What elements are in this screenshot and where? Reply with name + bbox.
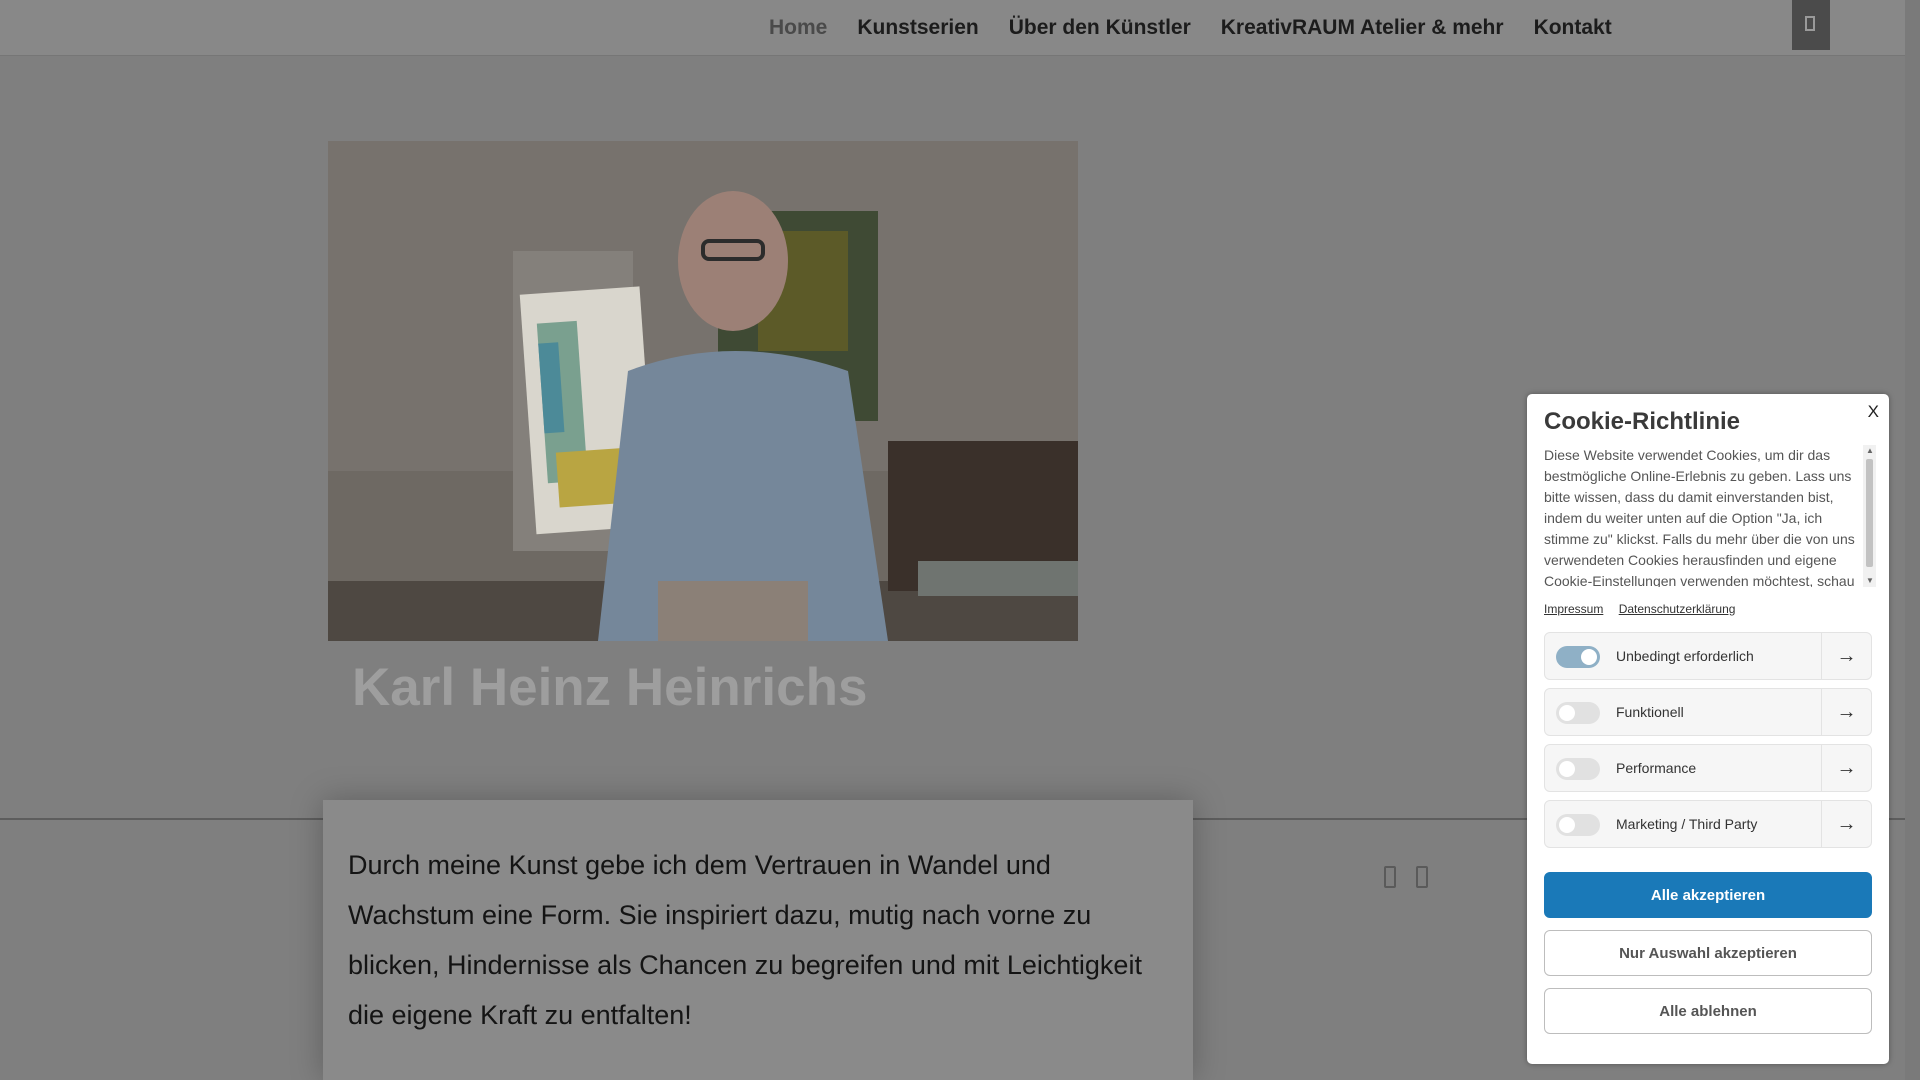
cookie-description-box: Diese Website verwendet Cookies, um dir … (1544, 445, 1876, 587)
accept-selection-button[interactable]: Nur Auswahl akzeptieren (1544, 930, 1872, 976)
cookie-category-necessary: Unbedingt erforderlich → (1544, 632, 1872, 680)
marketing-toggle[interactable] (1556, 814, 1600, 836)
category-label: Funktionell (1616, 704, 1684, 720)
toggle-knob (1559, 705, 1575, 721)
accept-all-button[interactable]: Alle akzeptieren (1544, 872, 1872, 918)
hero-title: Karl Heinz Heinrichs (352, 658, 868, 717)
toggle-knob (1559, 817, 1575, 833)
functional-toggle[interactable] (1556, 702, 1600, 724)
scroll-up-icon[interactable]: ▲ (1866, 447, 1874, 455)
scroll-down-icon[interactable]: ▼ (1866, 577, 1874, 585)
page-scrollbar[interactable] (1905, 0, 1920, 1080)
nav-item-kreativraum[interactable]: KreativRAUM Atelier & mehr (1221, 16, 1504, 40)
arrow-right-icon[interactable]: → (1821, 633, 1871, 679)
facebook-icon[interactable] (1384, 866, 1396, 888)
scrollbar-thumb[interactable] (1866, 459, 1873, 567)
performance-toggle[interactable] (1556, 758, 1600, 780)
cookie-dialog: X Cookie-Richtlinie Diese Website verwen… (1527, 394, 1889, 1064)
cookie-text-scrollbar[interactable]: ▲ ▼ (1863, 445, 1876, 587)
header-menu-button[interactable] (1792, 0, 1830, 50)
cookie-category-functional: Funktionell → (1544, 688, 1872, 736)
impressum-link[interactable]: Impressum (1544, 602, 1603, 616)
artist-photo-image (328, 141, 1078, 641)
category-label: Marketing / Third Party (1616, 816, 1758, 832)
cookie-title: Cookie-Richtlinie (1544, 408, 1741, 435)
nav-item-kunstserien[interactable]: Kunstserien (857, 16, 978, 40)
category-label: Unbedingt erforderlich (1616, 648, 1754, 664)
hero-photo (328, 141, 1078, 641)
menu-icon (1805, 16, 1815, 31)
privacy-link[interactable]: Datenschutzerklärung (1619, 602, 1736, 616)
cookie-category-marketing: Marketing / Third Party → (1544, 800, 1872, 848)
arrow-right-icon[interactable]: → (1821, 745, 1871, 791)
site-header: Home Kunstserien Über den Künstler Kreat… (0, 0, 1905, 56)
nav-item-kontakt[interactable]: Kontakt (1534, 16, 1612, 40)
intro-text: Durch meine Kunst gebe ich dem Vertrauen… (348, 850, 1142, 1030)
nav-item-home[interactable]: Home (769, 16, 827, 40)
arrow-right-icon[interactable]: → (1821, 689, 1871, 735)
necessary-toggle[interactable] (1556, 646, 1600, 668)
toggle-knob (1559, 761, 1575, 777)
main-nav: Home Kunstserien Über den Künstler Kreat… (769, 0, 1642, 56)
cookie-close-button[interactable]: X (1868, 402, 1879, 422)
cookie-description: Diese Website verwendet Cookies, um dir … (1544, 447, 1855, 587)
cookie-links: Impressum Datenschutzerklärung (1544, 602, 1747, 616)
category-label: Performance (1616, 760, 1697, 776)
intro-card: Durch meine Kunst gebe ich dem Vertrauen… (323, 800, 1193, 1080)
instagram-icon[interactable] (1416, 866, 1428, 888)
reject-all-button[interactable]: Alle ablehnen (1544, 988, 1872, 1034)
cookie-category-performance: Performance → (1544, 744, 1872, 792)
arrow-right-icon[interactable]: → (1821, 801, 1871, 847)
nav-item-ueber-den-kuenstler[interactable]: Über den Künstler (1009, 16, 1191, 40)
toggle-knob (1581, 649, 1597, 665)
